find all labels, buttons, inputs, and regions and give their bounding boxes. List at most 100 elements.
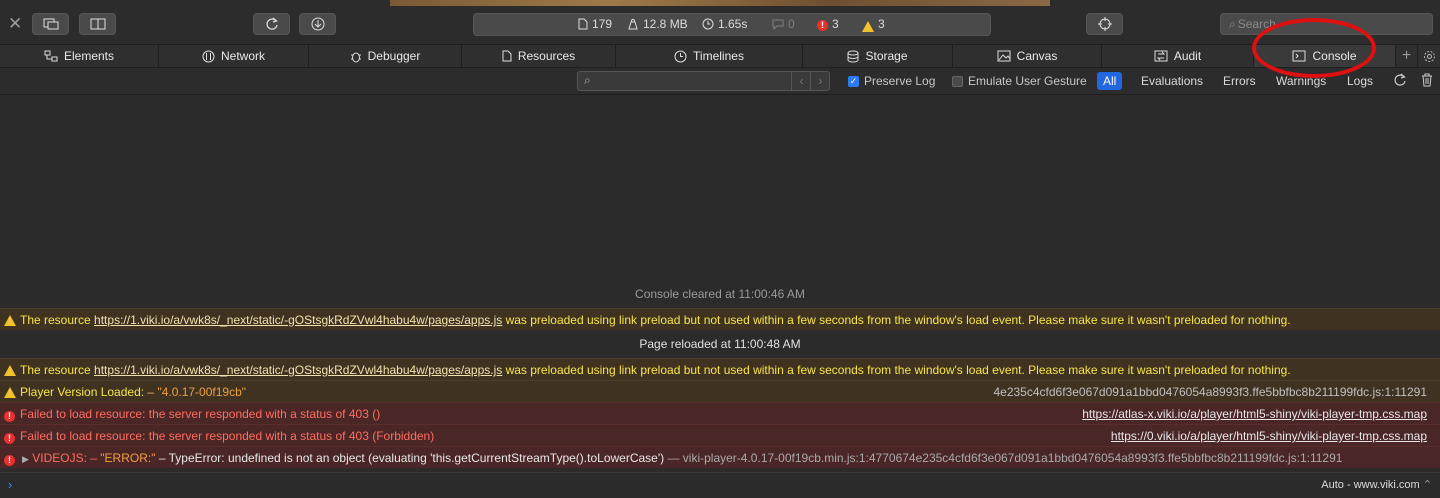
message-text: The resource https://1.viki.io/a/vwk8s/_… xyxy=(20,309,1291,331)
new-tab-button[interactable]: + xyxy=(1396,45,1418,67)
warning-icon xyxy=(862,20,874,32)
emulate-gesture-label: Emulate User Gesture xyxy=(968,74,1087,88)
document-icon xyxy=(578,18,588,30)
filter-all-button[interactable]: All xyxy=(1097,72,1123,90)
download-button[interactable] xyxy=(299,13,336,35)
execution-context-select[interactable]: Auto - www.viki.com ⌃ xyxy=(1321,478,1432,491)
log-count-value: 0 xyxy=(788,17,795,31)
message-text: Player Version Loaded: – "4.0.17-00f19cb… xyxy=(20,381,246,403)
player-label: Player Version Loaded: xyxy=(20,385,145,399)
clock-icon xyxy=(674,50,687,62)
resource-count-value: 179 xyxy=(592,17,613,31)
console-prompt[interactable]: › Auto - www.viki.com ⌃ xyxy=(0,472,1440,498)
load-time[interactable]: 1.65s xyxy=(702,17,747,31)
page-reloaded-message: Page reloaded at 11:00:48 AM xyxy=(639,337,801,351)
split-icon xyxy=(90,18,105,30)
message-prefix: The resource xyxy=(20,363,95,377)
activity-viewer[interactable]: 179 12.8 MB 1.65s 0 ! 3 3 xyxy=(473,13,991,36)
resource-size-value: 12.8 MB xyxy=(643,17,688,31)
unchecked-icon xyxy=(952,75,963,87)
devtools-toolbar: ✕ 179 12.8 MB 1.65s 0 ! 3 3 ⌕ Search xyxy=(0,0,1440,44)
separator: – xyxy=(86,451,101,465)
log-count[interactable]: 0 xyxy=(772,17,795,31)
source-location[interactable]: — viki-player-4.0.17-00f19cb.min.js:1:47… xyxy=(664,451,1342,465)
search-icon: ⌕ xyxy=(584,73,591,87)
gear-icon xyxy=(1423,50,1435,62)
filter-logs-button[interactable]: Logs xyxy=(1341,72,1379,90)
tab-audit[interactable]: Audit xyxy=(1102,45,1254,67)
tab-network[interactable]: Network xyxy=(159,45,309,67)
preserve-log-checkbox[interactable]: ✓ Preserve Log xyxy=(848,74,935,88)
message-text: The resource https://1.viki.io/a/vwk8s/_… xyxy=(20,359,1291,381)
error-prefix: VIDEOJS: xyxy=(32,451,87,465)
chevron-updown-icon: ⌃ xyxy=(1422,479,1432,491)
tab-label: Storage xyxy=(865,49,908,63)
crosshair-icon xyxy=(1097,17,1112,31)
search-icon: ⌕ xyxy=(1229,16,1236,31)
tab-label: Elements xyxy=(63,49,115,63)
tab-label: Network xyxy=(220,49,265,63)
plus-icon: + xyxy=(1401,47,1412,64)
clear-console-button[interactable] xyxy=(1421,73,1433,92)
error-count[interactable]: ! 3 xyxy=(817,17,839,31)
warning-icon xyxy=(4,387,16,398)
resource-link[interactable]: https://1.viki.io/a/vwk8s/_next/static/-… xyxy=(94,363,502,377)
tab-debugger[interactable]: Debugger xyxy=(309,45,462,67)
preserve-log-label: Preserve Log xyxy=(864,74,936,88)
error-message: ! ▶ VIDEOJS: – "ERROR:" – TypeError: und… xyxy=(0,446,1440,468)
warning-icon xyxy=(4,365,16,376)
filter-errors-button[interactable]: Errors xyxy=(1217,72,1262,90)
tab-elements[interactable]: Elements xyxy=(0,45,159,67)
separator: – xyxy=(144,385,158,399)
dock-window-button[interactable] xyxy=(32,13,69,35)
network-icon xyxy=(202,50,215,62)
message-text: Failed to load resource: the server resp… xyxy=(20,407,381,421)
dock-side-button[interactable] xyxy=(79,13,116,35)
resource-count[interactable]: 179 xyxy=(578,17,612,31)
warning-message: Player Version Loaded: – "4.0.17-00f19cb… xyxy=(0,380,1440,402)
inspect-element-button[interactable] xyxy=(1086,13,1123,35)
settings-button[interactable] xyxy=(1418,45,1440,67)
message-suffix: was preloaded using link preload but not… xyxy=(502,313,1291,327)
database-icon xyxy=(847,50,859,62)
prompt-chevron-icon: › xyxy=(8,477,13,492)
tab-resources[interactable]: Resources xyxy=(462,45,616,67)
next-match-button[interactable]: › xyxy=(810,72,830,90)
console-filter-bar: ⌕ ‹ › ✓ Preserve Log Emulate User Gestur… xyxy=(0,68,1440,95)
emulate-gesture-checkbox[interactable]: Emulate User Gesture xyxy=(952,74,1087,88)
execution-context-label: Auto - www.viki.com xyxy=(1321,479,1420,491)
console-log: Console cleared at 11:00:46 AM The resou… xyxy=(0,96,1440,472)
tab-canvas[interactable]: Canvas xyxy=(953,45,1102,67)
error-message: ! Failed to load resource: the server re… xyxy=(0,424,1440,446)
error-icon: ! xyxy=(4,411,15,422)
undock-icon xyxy=(43,18,58,30)
prev-match-button[interactable]: ‹ xyxy=(791,72,811,90)
filter-evaluations-button[interactable]: Evaluations xyxy=(1135,72,1209,90)
source-location[interactable]: 4e235c4cfd6f3e067d091a1bbd0476054a8993f3… xyxy=(993,381,1427,403)
tab-timelines[interactable]: Timelines xyxy=(616,45,803,67)
warning-count[interactable]: 3 xyxy=(862,17,885,32)
error-string: "ERROR:" xyxy=(100,451,156,465)
error-message: ! Failed to load resource: the server re… xyxy=(0,402,1440,424)
tab-label: Timelines xyxy=(693,49,744,63)
weight-icon xyxy=(628,18,638,30)
checked-icon: ✓ xyxy=(848,75,859,87)
refresh-icon xyxy=(1394,73,1406,86)
warning-message: The resource https://1.viki.io/a/vwk8s/_… xyxy=(0,308,1440,330)
trash-icon xyxy=(1422,73,1432,87)
source-link[interactable]: https://atlas-x.viki.io/a/player/html5-s… xyxy=(1082,403,1427,425)
reload-button[interactable] xyxy=(253,13,290,35)
clear-reload-button[interactable] xyxy=(1393,73,1407,92)
document-icon xyxy=(502,50,512,62)
message-suffix: was preloaded using link preload but not… xyxy=(502,363,1291,377)
console-cleared-message: Console cleared at 11:00:46 AM xyxy=(635,287,805,301)
tab-storage[interactable]: Storage xyxy=(803,45,953,67)
clock-icon xyxy=(702,18,714,30)
close-icon[interactable]: ✕ xyxy=(8,14,22,34)
error-icon: ! xyxy=(817,19,828,31)
disclosure-triangle-icon[interactable]: ▶ xyxy=(22,454,29,464)
resource-size[interactable]: 12.8 MB xyxy=(627,17,688,31)
console-filter-input[interactable]: ⌕ ‹ › xyxy=(577,71,830,91)
source-link[interactable]: https://0.viki.io/a/player/html5-shiny/v… xyxy=(1111,425,1427,447)
resource-link[interactable]: https://1.viki.io/a/vwk8s/_next/static/-… xyxy=(94,313,502,327)
